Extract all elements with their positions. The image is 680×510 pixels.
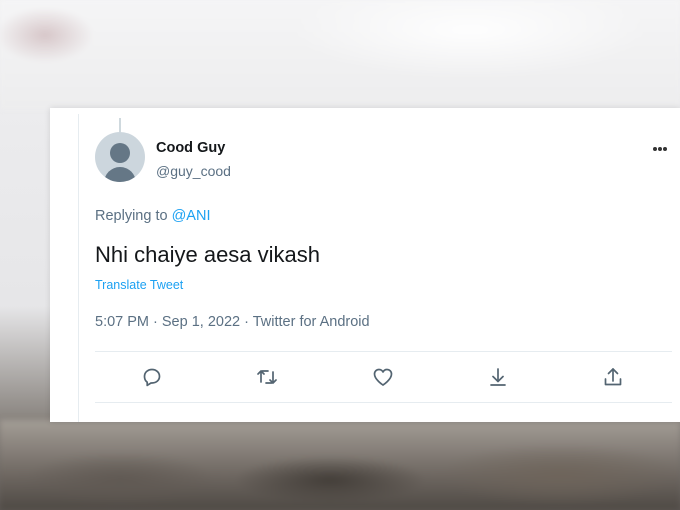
share-icon[interactable] [601, 365, 625, 389]
default-avatar-head [110, 143, 130, 163]
tweet-timestamp[interactable]: 5:07 PM · Sep 1, 2022 · Twitter for Andr… [95, 314, 370, 330]
tweet-card: Cood Guy @guy_cood Replying to @ANI Nhi … [50, 108, 680, 422]
divider [95, 351, 672, 352]
blurred-background-bottom [0, 420, 680, 510]
more-horizontal-icon[interactable] [650, 138, 670, 158]
display-name[interactable]: Cood Guy [156, 140, 225, 156]
card-left-border [78, 114, 79, 422]
replying-to-label: Replying to [95, 208, 168, 224]
replying-to-mention[interactable]: @ANI [172, 208, 211, 224]
avatar[interactable] [95, 132, 145, 182]
retweet-icon[interactable] [255, 365, 279, 389]
divider [95, 402, 672, 403]
user-handle[interactable]: @guy_cood [156, 163, 231, 179]
replying-to-line: Replying to @ANI [95, 208, 210, 224]
download-icon[interactable] [486, 365, 510, 389]
default-avatar-body [104, 167, 136, 182]
heart-icon[interactable] [371, 365, 395, 389]
blurred-background-top [0, 0, 680, 110]
thread-connector-line [119, 118, 121, 132]
tweet-text: Nhi chaiye aesa vikash [95, 242, 321, 267]
translate-tweet-link[interactable]: Translate Tweet [95, 278, 183, 292]
reply-icon[interactable] [140, 365, 164, 389]
